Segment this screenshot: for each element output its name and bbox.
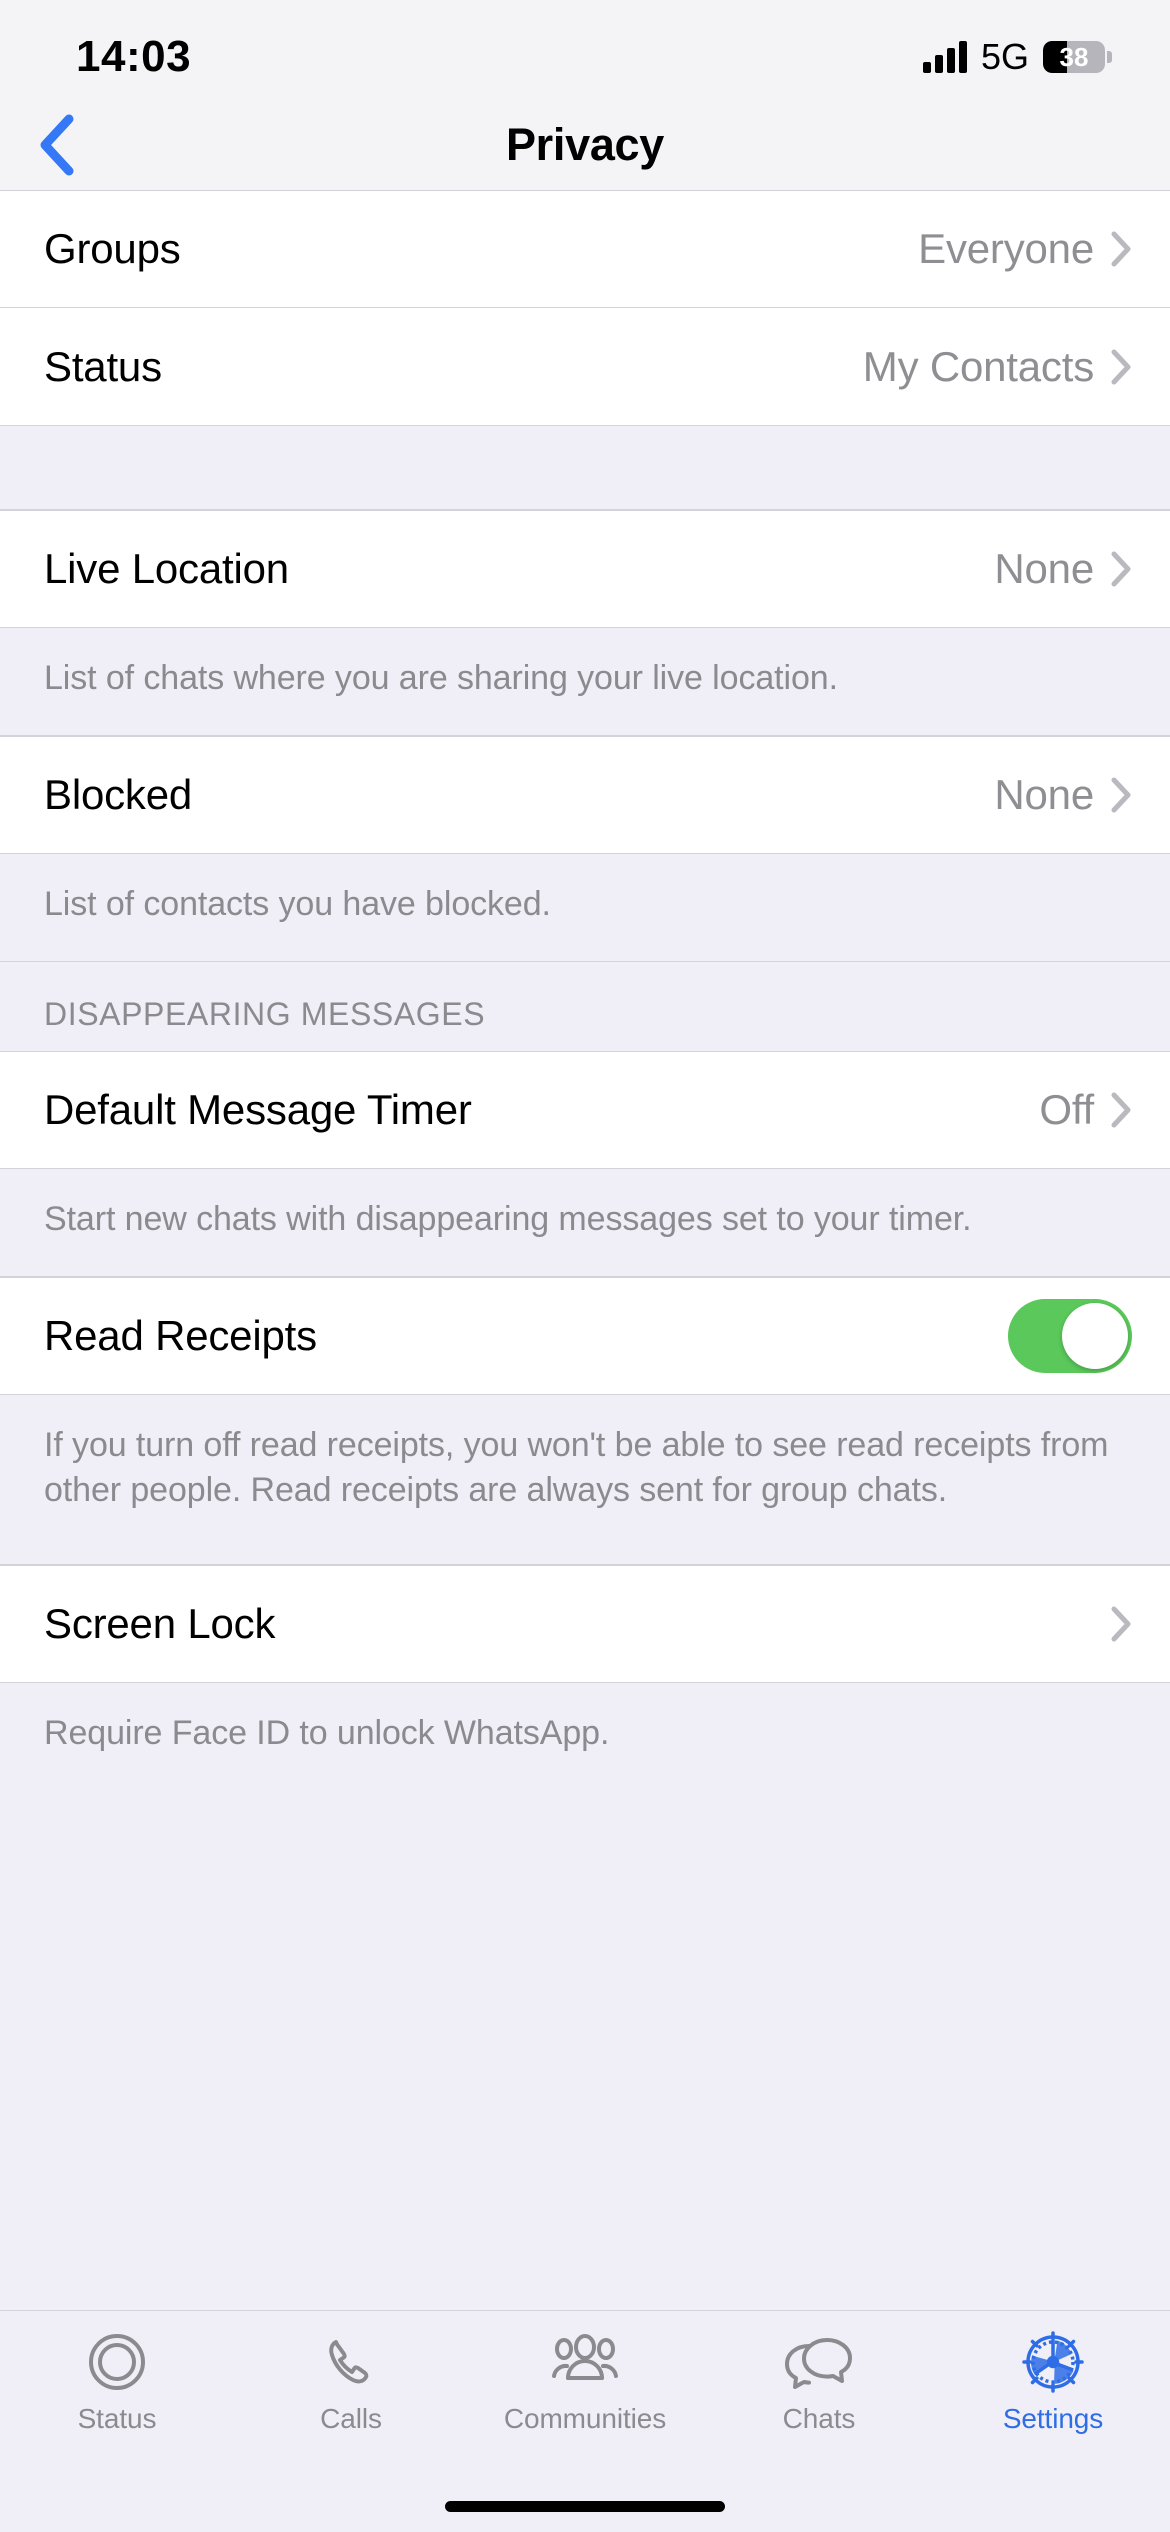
settings-row-default-message-timer[interactable]: Default Message Timer Off <box>0 1050 1170 1169</box>
status-bar-time: 14:03 <box>76 32 192 81</box>
section-footer-disappearing-messages: Start new chats with disappearing messag… <box>0 1168 1170 1277</box>
home-indicator[interactable] <box>445 2500 725 2512</box>
chat-bubbles-icon <box>783 2327 855 2397</box>
chevron-right-icon <box>1111 349 1131 384</box>
chevron-right-icon <box>1111 231 1131 267</box>
network-type-label: 5G <box>980 36 1029 77</box>
tab-label: Communities <box>503 2403 667 2434</box>
row-label: Groups <box>44 225 181 272</box>
back-button[interactable] <box>22 110 92 180</box>
toggle-knob <box>1062 1302 1128 1369</box>
row-accessory: My Contacts <box>863 343 1132 391</box>
row-accessory <box>1008 1298 1132 1373</box>
privacy-settings-screen: 14:03 5G 38 Privacy Groups Everyone Stat… <box>0 0 1170 2532</box>
cellular-signal-icon <box>922 41 967 73</box>
communities-icon <box>550 2327 620 2397</box>
row-label: Live Location <box>44 545 289 592</box>
settings-row-read-receipts[interactable]: Read Receipts <box>0 1276 1170 1395</box>
row-value: None <box>994 545 1094 592</box>
row-accessory: Everyone <box>918 225 1132 273</box>
settings-row-blocked[interactable]: Blocked None <box>0 735 1170 854</box>
row-accessory: None <box>994 545 1132 593</box>
row-value: Everyone <box>918 225 1094 272</box>
tab-communities[interactable]: Communities <box>468 2327 702 2435</box>
row-accessory: None <box>994 771 1132 819</box>
chevron-right-icon <box>1111 1606 1131 1642</box>
section-footer-live-location: List of chats where you are sharing your… <box>0 628 1170 736</box>
settings-list: Groups Everyone Status My Contacts Live … <box>0 190 1170 2310</box>
tab-label: Status <box>77 2403 157 2434</box>
tab-label: Calls <box>320 2403 382 2434</box>
chevron-right-icon <box>1111 777 1131 813</box>
settings-row-live-location[interactable]: Live Location None <box>0 510 1170 628</box>
chevron-right-icon <box>1111 1092 1131 1128</box>
tab-label: Chats <box>782 2403 856 2434</box>
battery-percent-label: 38 <box>1059 42 1089 72</box>
section-spacer <box>0 426 1170 510</box>
phone-icon <box>319 2327 383 2397</box>
tab-settings[interactable]: Settings <box>936 2327 1170 2435</box>
status-bar: 14:03 5G 38 <box>0 0 1170 100</box>
settings-row-screen-lock[interactable]: Screen Lock <box>0 1565 1170 1684</box>
status-bar-indicators: 5G 38 <box>922 36 1112 78</box>
tab-bar: Status Calls Communities Chats Settings <box>0 2310 1170 2480</box>
row-label: Blocked <box>44 770 193 818</box>
section-footer-blocked: List of contacts you have blocked. <box>0 853 1170 962</box>
gear-icon <box>1021 2327 1085 2397</box>
row-value: None <box>994 770 1094 818</box>
section-footer-screen-lock: Require Face ID to unlock WhatsApp. <box>0 1683 1170 1791</box>
row-value: Off <box>1039 1085 1094 1133</box>
navigation-bar: Privacy <box>0 100 1170 190</box>
page-title: Privacy <box>505 119 665 170</box>
tab-status[interactable]: Status <box>0 2327 234 2435</box>
row-accessory: Off <box>1039 1086 1132 1134</box>
row-label: Default Message Timer <box>44 1085 472 1133</box>
chevron-right-icon <box>1111 551 1131 587</box>
tab-calls[interactable]: Calls <box>234 2327 468 2435</box>
tab-label: Settings <box>1002 2403 1104 2434</box>
settings-row-groups[interactable]: Groups Everyone <box>0 190 1170 308</box>
section-header-disappearing-messages: DISAPPEARING MESSAGES <box>0 961 1170 1051</box>
settings-row-status[interactable]: Status My Contacts <box>0 308 1170 426</box>
read-receipts-toggle[interactable] <box>1008 1298 1132 1373</box>
home-indicator-area <box>0 2480 1170 2532</box>
status-rings-icon <box>85 2327 149 2397</box>
row-value: My Contacts <box>862 342 1094 390</box>
section-footer-read-receipts: If you turn off read receipts, you won't… <box>0 1394 1170 1566</box>
row-label: Screen Lock <box>44 1600 276 1648</box>
chevron-left-icon <box>40 114 74 176</box>
row-label: Read Receipts <box>44 1311 317 1359</box>
battery-icon: 38 <box>1043 41 1112 73</box>
row-accessory <box>1110 1605 1132 1643</box>
tab-chats[interactable]: Chats <box>702 2327 936 2435</box>
row-label: Status <box>44 342 162 390</box>
